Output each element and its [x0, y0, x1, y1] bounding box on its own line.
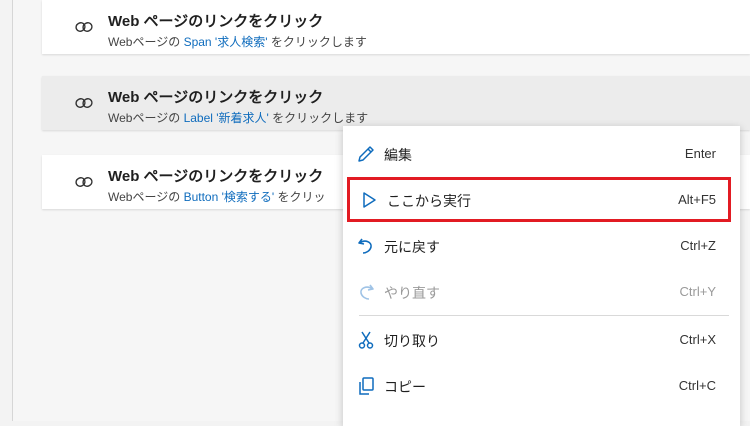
menu-item-undo[interactable]: 元に戻す Ctrl+Z [343, 223, 740, 269]
action-step-description: Webページの Span '求人検索' をクリックします [108, 35, 367, 49]
pencil-icon [358, 146, 374, 162]
menu-item-shortcut: Ctrl+C [678, 378, 716, 393]
undo-icon [358, 238, 372, 254]
menu-separator [359, 315, 729, 316]
menu-item-label: ここから実行 [387, 193, 471, 209]
action-parameter: Label '新着求人' [183, 111, 269, 125]
play-icon [363, 192, 376, 208]
action-step-title: Web ページのリンクをクリック [108, 13, 324, 30]
action-step-click-link-selected[interactable]: Web ページのリンクをクリック Webページの Label '新着求人' をク… [42, 76, 750, 130]
copy-icon [359, 377, 374, 395]
menu-item-cut[interactable]: 切り取り Ctrl+X [343, 317, 740, 363]
scissors-icon [358, 331, 374, 349]
menu-item-label: 元に戻す [384, 239, 440, 255]
action-parameter: Button '検索する' [183, 190, 275, 204]
action-step-click-link[interactable]: Web ページのリンクをクリック Webページの Span '求人検索' をクリ… [42, 0, 750, 54]
menu-item-shortcut: Ctrl+Z [680, 238, 716, 253]
menu-item-redo: やり直す Ctrl+Y [343, 269, 740, 315]
menu-item-run-from-here[interactable]: ここから実行 Alt+F5 [347, 177, 731, 222]
action-step-description: Webページの Button '検索する' をクリッ [108, 190, 326, 204]
link-chain-icon [75, 98, 93, 108]
action-step-description: Webページの Label '新着求人' をクリックします [108, 111, 369, 125]
link-chain-icon [75, 22, 93, 32]
link-chain-icon [75, 177, 93, 187]
menu-item-shortcut: Alt+F5 [678, 192, 716, 207]
menu-item-copy[interactable]: コピー Ctrl+C [343, 363, 740, 409]
menu-item-shortcut: Ctrl+Y [679, 284, 716, 299]
redo-icon [360, 284, 374, 300]
menu-item-shortcut: Enter [684, 146, 716, 161]
menu-item-label: やり直す [384, 285, 440, 301]
action-step-title: Web ページのリンクをクリック [108, 89, 324, 106]
action-step-title: Web ページのリンクをクリック [108, 168, 324, 185]
context-menu: 編集 Enter ここから実行 Alt+F5 元に戻す Ctrl+Z やり直す … [343, 126, 740, 426]
menu-item-edit[interactable]: 編集 Enter [343, 131, 740, 177]
menu-item-label: コピー [384, 379, 426, 395]
menu-item-label: 切り取り [384, 333, 440, 349]
menu-item-shortcut: Ctrl+X [679, 332, 716, 347]
menu-item-label: 編集 [384, 147, 412, 163]
action-parameter: Span '求人検索' [183, 35, 268, 49]
